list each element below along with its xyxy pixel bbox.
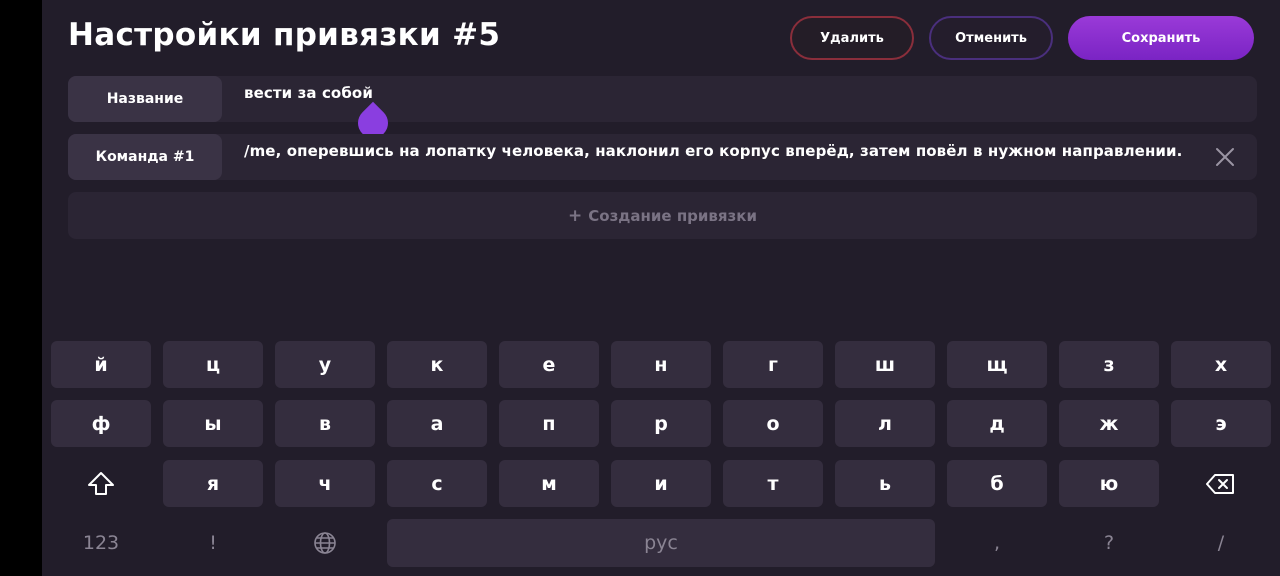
slash-key[interactable]: /: [1171, 519, 1271, 566]
key-к[interactable]: к: [387, 341, 487, 388]
question-key[interactable]: ?: [1059, 519, 1159, 566]
command-input[interactable]: /me, оперевшись на лопатку человека, нак…: [244, 142, 1182, 160]
close-icon[interactable]: [1213, 145, 1237, 169]
key-е[interactable]: е: [499, 341, 599, 388]
key-ь[interactable]: ь: [835, 460, 935, 507]
key-ш[interactable]: ш: [835, 341, 935, 388]
key-и[interactable]: и: [611, 460, 711, 507]
comma-key[interactable]: ,: [947, 519, 1047, 566]
key-ы[interactable]: ы: [163, 400, 263, 447]
key-о[interactable]: о: [723, 400, 823, 447]
space-key[interactable]: рус: [387, 519, 935, 567]
cancel-button[interactable]: Отменить: [929, 16, 1053, 60]
name-label: Название: [68, 76, 222, 122]
key-д[interactable]: д: [947, 400, 1047, 447]
add-binding-button[interactable]: + Создание привязки: [68, 192, 1257, 239]
key-з[interactable]: з: [1059, 341, 1159, 388]
key-п[interactable]: п: [499, 400, 599, 447]
name-input[interactable]: вести за собой: [244, 84, 373, 102]
key-х[interactable]: х: [1171, 341, 1271, 388]
key-г[interactable]: г: [723, 341, 823, 388]
save-button[interactable]: Сохранить: [1068, 16, 1254, 60]
key-я[interactable]: я: [163, 460, 263, 507]
backspace-key[interactable]: [1171, 460, 1271, 507]
key-т[interactable]: т: [723, 460, 823, 507]
delete-button[interactable]: Удалить: [790, 16, 914, 60]
key-в[interactable]: в: [275, 400, 375, 447]
shift-icon: [88, 471, 114, 495]
key-й[interactable]: й: [51, 341, 151, 388]
language-key[interactable]: [275, 519, 375, 566]
page-title: Настройки привязки #5: [68, 17, 501, 53]
app-window: Настройки привязки #5 Удалить Отменить С…: [42, 0, 1280, 576]
command-row: Команда #1 /me, оперевшись на лопатку че…: [68, 134, 1257, 180]
add-binding-label: Создание привязки: [588, 206, 757, 225]
exclamation-key[interactable]: !: [163, 519, 263, 566]
key-ф[interactable]: ф: [51, 400, 151, 447]
key-ц[interactable]: ц: [163, 341, 263, 388]
numbers-key[interactable]: 123: [51, 519, 151, 566]
key-с[interactable]: с: [387, 460, 487, 507]
key-э[interactable]: э: [1171, 400, 1271, 447]
plus-icon: +: [568, 205, 583, 226]
key-б[interactable]: б: [947, 460, 1047, 507]
backspace-icon: [1206, 473, 1234, 494]
key-ж[interactable]: ж: [1059, 400, 1159, 447]
key-р[interactable]: р: [611, 400, 711, 447]
key-н[interactable]: н: [611, 341, 711, 388]
key-а[interactable]: а: [387, 400, 487, 447]
key-л[interactable]: л: [835, 400, 935, 447]
command-label: Команда #1: [68, 134, 222, 180]
shift-key[interactable]: [51, 460, 151, 507]
key-щ[interactable]: щ: [947, 341, 1047, 388]
key-ю[interactable]: ю: [1059, 460, 1159, 507]
globe-icon: [314, 531, 336, 554]
key-ч[interactable]: ч: [275, 460, 375, 507]
name-row: Название вести за собой: [68, 76, 1257, 145]
key-у[interactable]: у: [275, 341, 375, 388]
key-м[interactable]: м: [499, 460, 599, 507]
